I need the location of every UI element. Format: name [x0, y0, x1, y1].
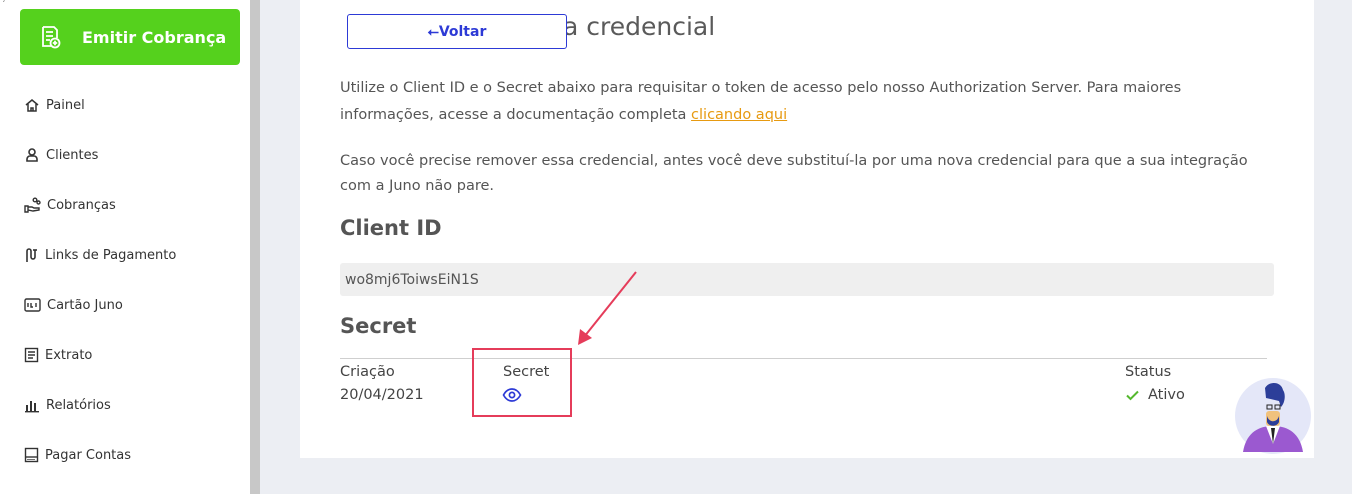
corner-mark: ′ — [3, 0, 6, 10]
home-icon — [25, 99, 39, 112]
created-value: 20/04/2021 — [340, 387, 424, 403]
sidebar-item-label: Cobranças — [47, 197, 116, 213]
sidebar-item-clientes[interactable]: Clientes — [24, 145, 98, 165]
status-text: Ativo — [1148, 387, 1185, 403]
bar-chart-icon — [25, 401, 39, 413]
page-title: a credencial — [563, 12, 716, 41]
status-header: Status — [1125, 364, 1172, 380]
documentation-link[interactable]: clicando aqui — [691, 107, 787, 123]
user-icon — [26, 148, 38, 162]
sidebar-item-painel[interactable]: Painel — [24, 95, 85, 115]
sidebar-item-label: Links de Pagamento — [45, 247, 177, 263]
support-avatar[interactable] — [1233, 376, 1313, 456]
created-header: Criação — [340, 364, 395, 380]
client-id-heading: Client ID — [340, 216, 442, 240]
sidebar-item-extrato[interactable]: Extrato — [24, 345, 92, 365]
warning-paragraph: Caso você precise remover essa credencia… — [340, 153, 1248, 194]
hand-coins-icon — [24, 197, 41, 213]
sidebar-item-label: Pagar Contas — [45, 447, 132, 463]
check-icon — [1126, 390, 1139, 400]
link-icon — [26, 248, 37, 262]
intro-paragraph: Utilize o Client ID e o Secret abaixo pa… — [340, 75, 1275, 129]
sidebar-item-links[interactable]: Links de Pagamento — [24, 245, 176, 265]
emit-charge-button[interactable]: Emitir Cobrança — [20, 9, 240, 65]
sidebar-item-cobrancas[interactable]: Cobranças — [24, 195, 116, 215]
status-value: Ativo — [1126, 387, 1185, 403]
sidebar-item-cartao[interactable]: Cartão Juno — [24, 295, 123, 315]
sidebar: ′ Emitir Cobrança Painel Clientes Cobran… — [0, 0, 250, 494]
back-button[interactable]: ⭠Voltar — [347, 14, 567, 49]
client-id-field[interactable]: wo8mj6ToiwsEiN1S — [340, 263, 1274, 296]
secret-heading: Secret — [340, 314, 417, 338]
annotation-highlight-box — [472, 348, 572, 417]
sidebar-scrollbar[interactable] — [250, 0, 260, 494]
sidebar-item-label: Painel — [46, 97, 85, 113]
invoice-add-icon — [42, 26, 61, 49]
sidebar-item-pagar-contas[interactable]: Pagar Contas — [24, 445, 131, 465]
sidebar-item-label: Extrato — [45, 347, 93, 363]
statement-icon — [24, 347, 39, 363]
sidebar-item-label: Relatórios — [46, 397, 111, 413]
sidebar-item-label: Cartão Juno — [47, 297, 123, 313]
card-icon — [24, 298, 41, 312]
sidebar-item-label: Clientes — [46, 147, 99, 163]
emit-charge-label: Emitir Cobrança — [82, 27, 227, 47]
sidebar-item-relatorios[interactable]: Relatórios — [24, 395, 111, 415]
barcode-icon — [24, 447, 39, 463]
